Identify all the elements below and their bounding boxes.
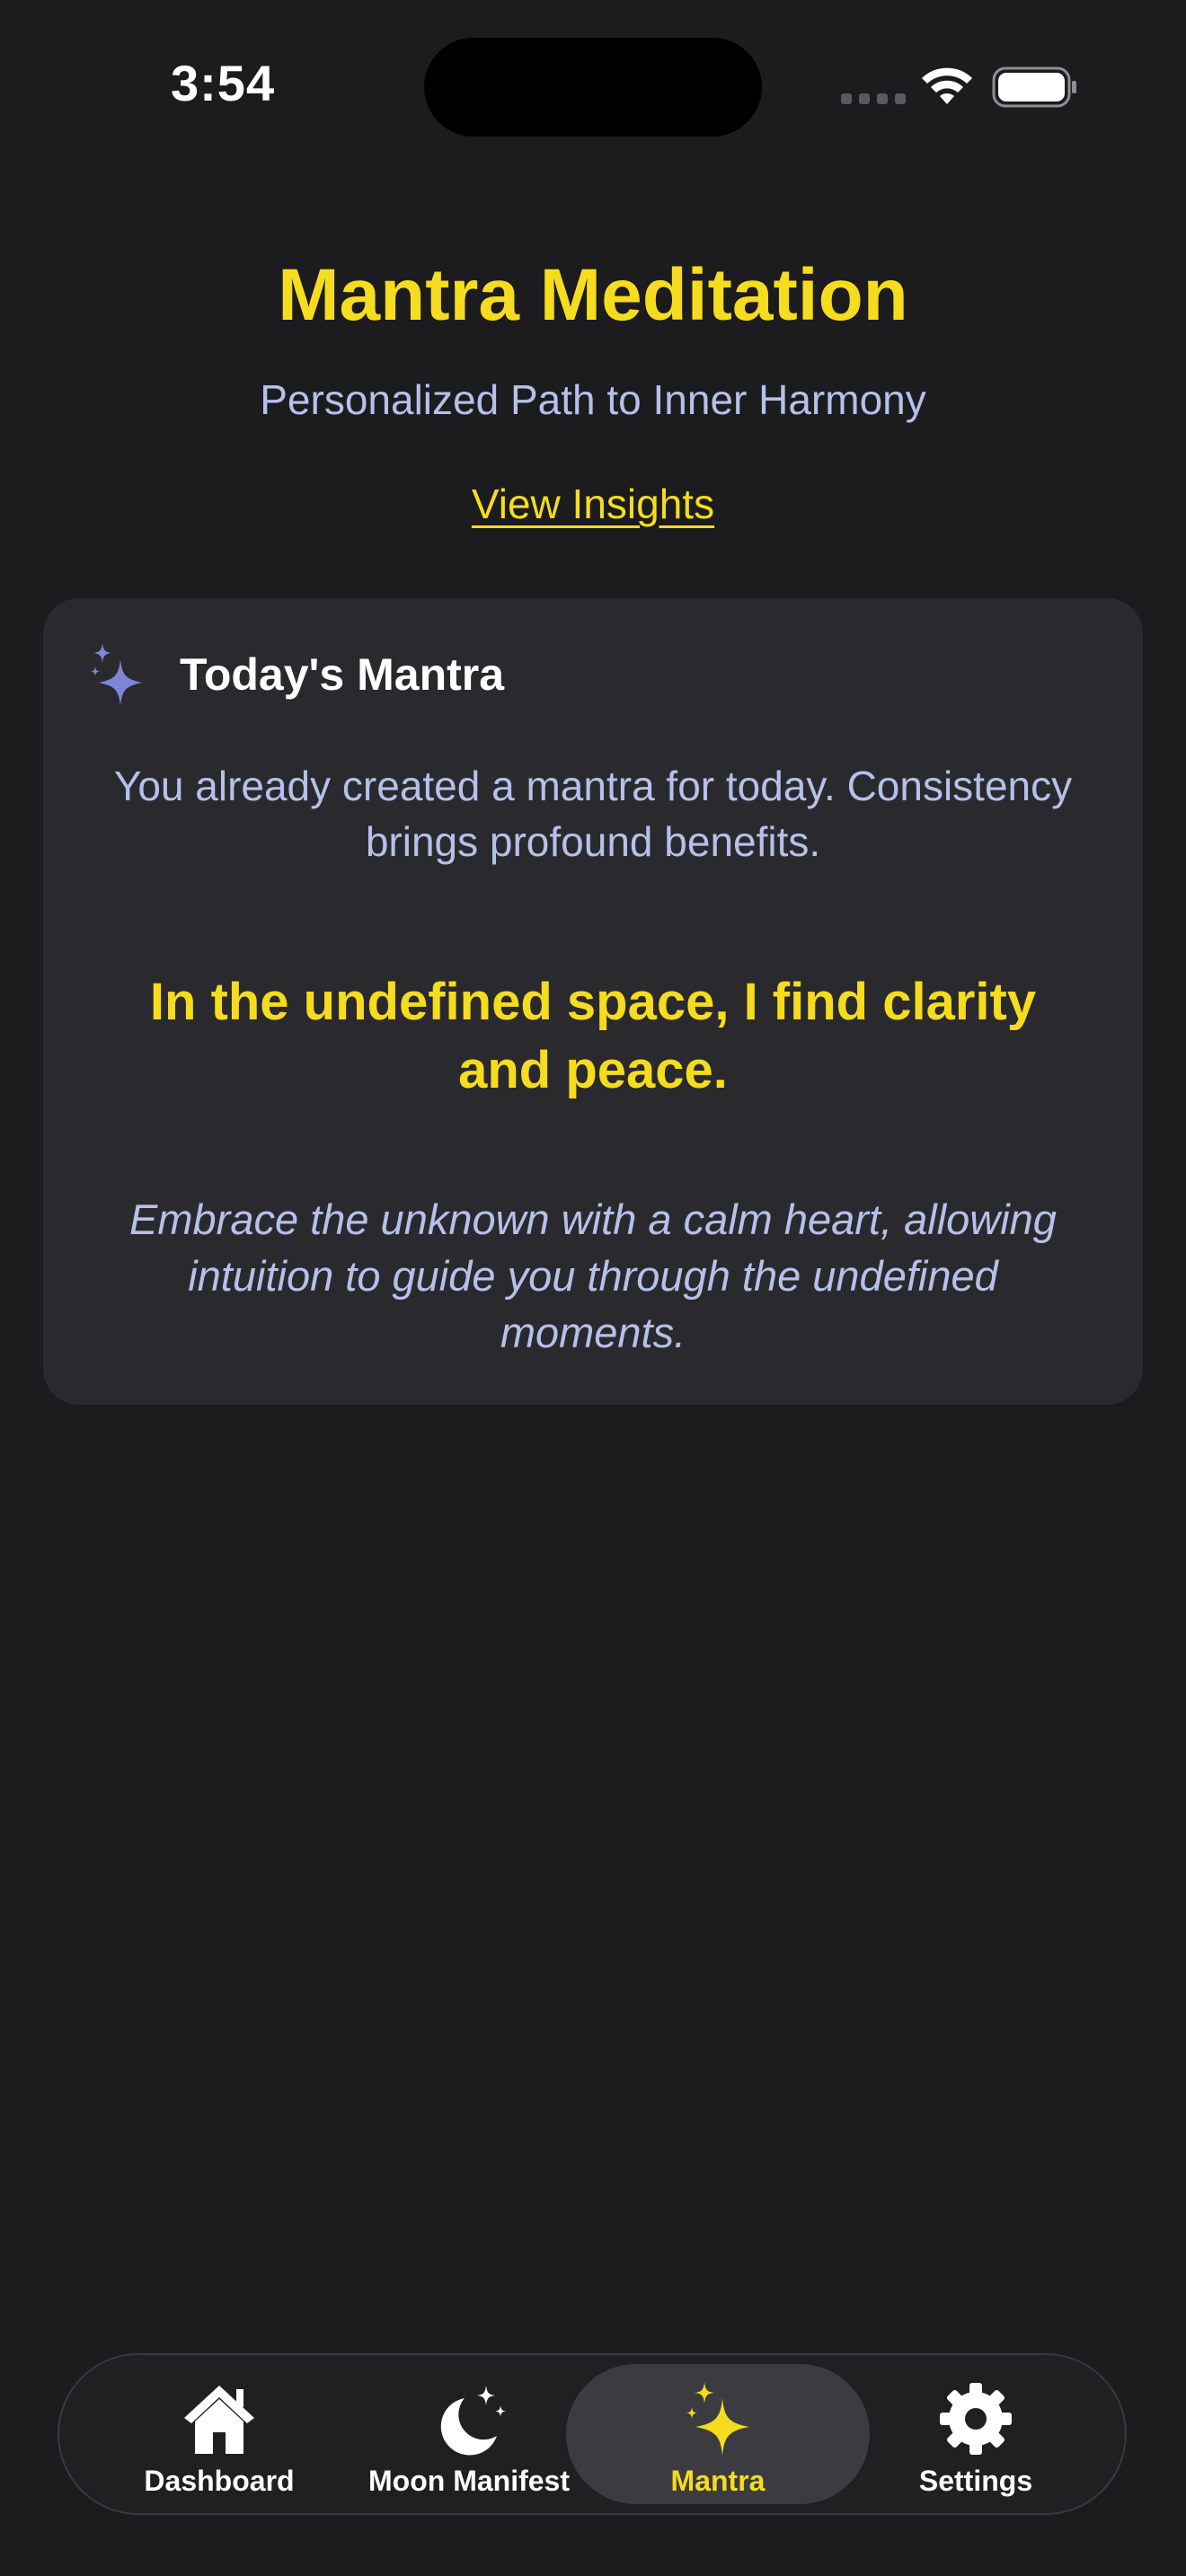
- tab-label: Moon Manifest: [368, 2465, 570, 2497]
- battery-icon: [992, 66, 1076, 108]
- moon-stars-icon: [440, 2386, 506, 2456]
- gear-icon: [940, 2383, 1012, 2455]
- todays-mantra-card: Today's Mantra You already created a man…: [43, 598, 1143, 1405]
- tab-bar: Dashboard Moon Manifest Mantra Settings: [58, 2353, 1127, 2515]
- tab-label: Mantra: [670, 2465, 766, 2497]
- status-time: 3:54: [171, 55, 276, 111]
- tab-mantra[interactable]: Mantra: [566, 2364, 870, 2504]
- page-subtitle: Personalized Path to Inner Harmony: [260, 376, 926, 423]
- tab-label: Dashboard: [144, 2465, 295, 2497]
- mantra-notice: You already created a mantra for today. …: [113, 763, 1073, 865]
- tab-settings[interactable]: Settings: [859, 2364, 1093, 2504]
- dynamic-island: [424, 38, 762, 137]
- view-insights-link[interactable]: View Insights: [0, 480, 1186, 528]
- mantra-reflection: Embrace the unknown with a calm heart, a…: [129, 1195, 1057, 1356]
- cellular-signal-icon: [841, 93, 906, 104]
- tab-label: Settings: [918, 2465, 1033, 2497]
- wifi-icon: [922, 67, 972, 104]
- page-title: Mantra Meditation: [278, 254, 908, 336]
- tab-moon-manifest[interactable]: Moon Manifest: [352, 2364, 586, 2504]
- tab-dashboard[interactable]: Dashboard: [102, 2364, 336, 2504]
- card-title: Today's Mantra: [180, 649, 505, 700]
- sparkles-icon: [91, 643, 142, 706]
- mantra-text: In the undefined space, I find clarity a…: [149, 973, 1037, 1099]
- house-icon: [184, 2386, 254, 2454]
- sparkles-icon: [686, 2382, 749, 2456]
